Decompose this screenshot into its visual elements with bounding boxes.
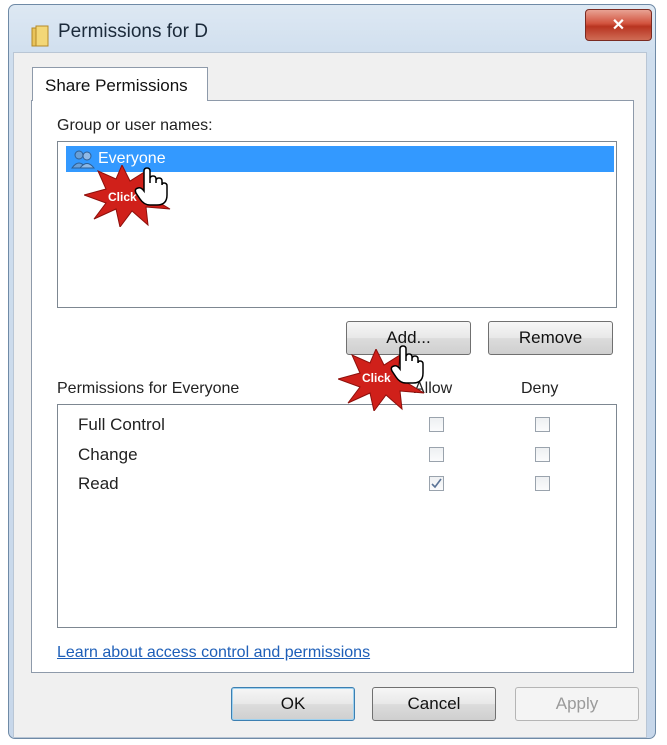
permission-full-control: Full Control (78, 415, 165, 434)
callout-label: Click (362, 371, 391, 385)
cancel-button[interactable]: Cancel (372, 687, 496, 721)
read-allow-checkbox[interactable] (429, 476, 444, 491)
checkmark-icon (431, 478, 442, 489)
group-names-label: Group or user names: (57, 117, 213, 134)
change-allow-checkbox[interactable] (429, 447, 444, 462)
callout-label: Click (108, 190, 137, 204)
folder-icon (30, 24, 52, 53)
change-deny-checkbox[interactable] (535, 447, 550, 462)
click-callout: Click (82, 163, 176, 232)
close-icon: ✕ (611, 17, 626, 34)
permissions-label: Permissions for Everyone (57, 380, 240, 397)
access-control-help-link[interactable]: Learn about access control and permissio… (57, 644, 370, 662)
apply-button: Apply (515, 687, 639, 721)
permissions-list: Full Control Change Read (57, 404, 617, 628)
window-title: Permissions for D (58, 21, 208, 42)
click-callout: Click (336, 345, 430, 416)
permission-read: Read (78, 474, 119, 493)
deny-column-header: Deny (521, 380, 559, 397)
read-deny-checkbox[interactable] (535, 476, 550, 491)
tab-share-permissions[interactable]: Share Permissions (32, 67, 208, 101)
hand-cursor-icon (134, 167, 168, 206)
full-control-deny-checkbox[interactable] (535, 417, 550, 432)
hand-cursor-icon (390, 345, 424, 384)
remove-button[interactable]: Remove (488, 321, 613, 355)
full-control-allow-checkbox[interactable] (429, 417, 444, 432)
ok-button[interactable]: OK (231, 687, 355, 721)
close-button[interactable]: ✕ (585, 9, 652, 41)
permission-change: Change (78, 445, 138, 464)
